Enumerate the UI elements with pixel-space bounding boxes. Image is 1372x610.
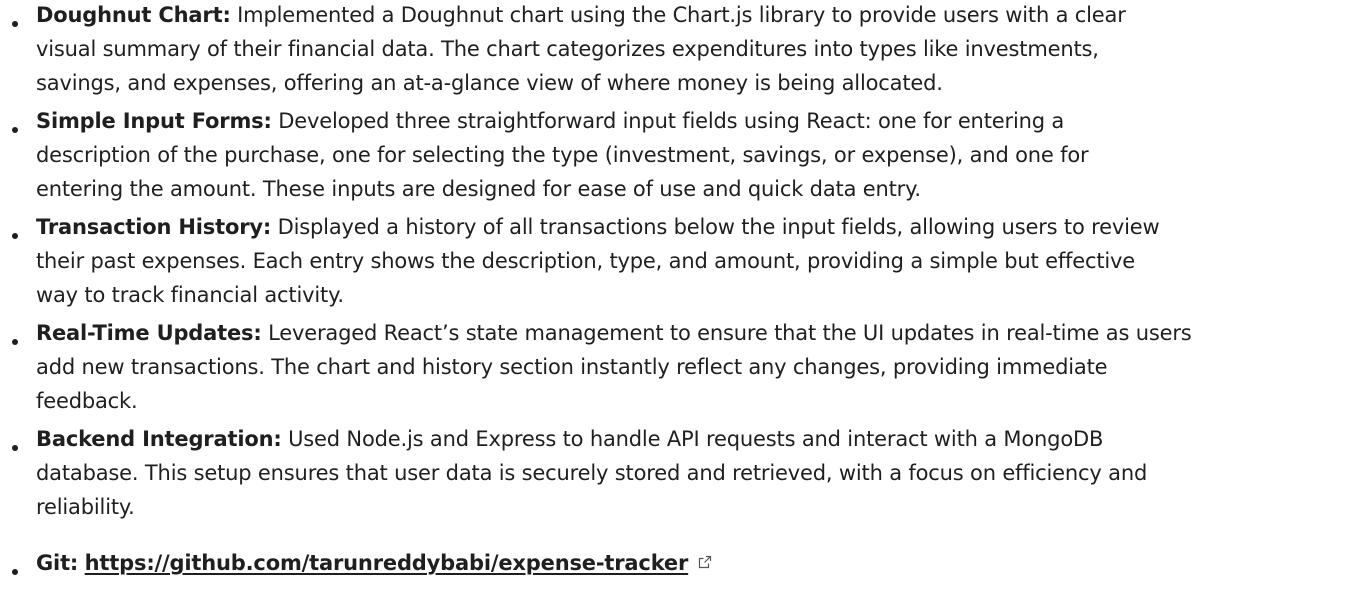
feature-line: description of the purchase, one for sel… xyxy=(36,143,1089,167)
feature-line: database. This setup ensures that user d… xyxy=(36,461,1148,485)
bullet-icon xyxy=(12,233,18,239)
feature-line: entering the amount. These inputs are de… xyxy=(36,177,921,201)
feature-label: Transaction History: xyxy=(36,215,272,239)
feature-label: Real-Time Updates: xyxy=(36,321,262,345)
feature-line: Backend Integration: Used Node.js and Ex… xyxy=(36,424,1103,454)
bullet-icon xyxy=(12,339,18,345)
feature-line: Real-Time Updates: Leveraged React’s sta… xyxy=(36,318,1192,348)
feature-text: Implemented a Doughnut chart using the C… xyxy=(230,3,1126,27)
feature-line: visual summary of their financial data. … xyxy=(36,37,1099,61)
feature-line: Simple Input Forms: Developed three stra… xyxy=(36,106,1064,136)
feature-line: feedback. xyxy=(36,389,138,413)
feature-line: their past expenses. Each entry shows th… xyxy=(36,249,1136,273)
feature-line: add new transactions. The chart and hist… xyxy=(36,355,1108,379)
feature-text: Used Node.js and Express to handle API r… xyxy=(281,427,1104,451)
feature-line: Transaction History: Displayed a history… xyxy=(36,212,1160,242)
external-link-icon[interactable] xyxy=(698,547,712,577)
feature-line: savings, and expenses, offering an at-a-… xyxy=(36,71,943,95)
feature-label: Doughnut Chart: xyxy=(36,3,231,27)
project-description: Doughnut Chart: Implemented a Doughnut c… xyxy=(0,0,1372,610)
feature-text: Developed three straightforward input fi… xyxy=(271,109,1065,133)
feature-text: Displayed a history of all transactions … xyxy=(271,215,1160,239)
bullet-icon xyxy=(12,569,18,575)
feature-label: Simple Input Forms: xyxy=(36,109,272,133)
feature-label: Backend Integration: xyxy=(36,427,282,451)
feature-line: Doughnut Chart: Implemented a Doughnut c… xyxy=(36,0,1126,30)
git-line: Git: https://github.com/tarunreddybabi/e… xyxy=(36,548,712,579)
bullet-icon xyxy=(12,21,18,27)
git-label: Git: xyxy=(36,551,79,575)
feature-line: way to track financial activity. xyxy=(36,283,344,307)
bullet-icon xyxy=(12,127,18,133)
github-repo-link[interactable]: https://github.com/tarunreddybabi/expens… xyxy=(85,551,689,575)
bullet-icon xyxy=(12,445,18,451)
feature-line: reliability. xyxy=(36,495,135,519)
feature-text: Leveraged React’s state management to en… xyxy=(261,321,1192,345)
